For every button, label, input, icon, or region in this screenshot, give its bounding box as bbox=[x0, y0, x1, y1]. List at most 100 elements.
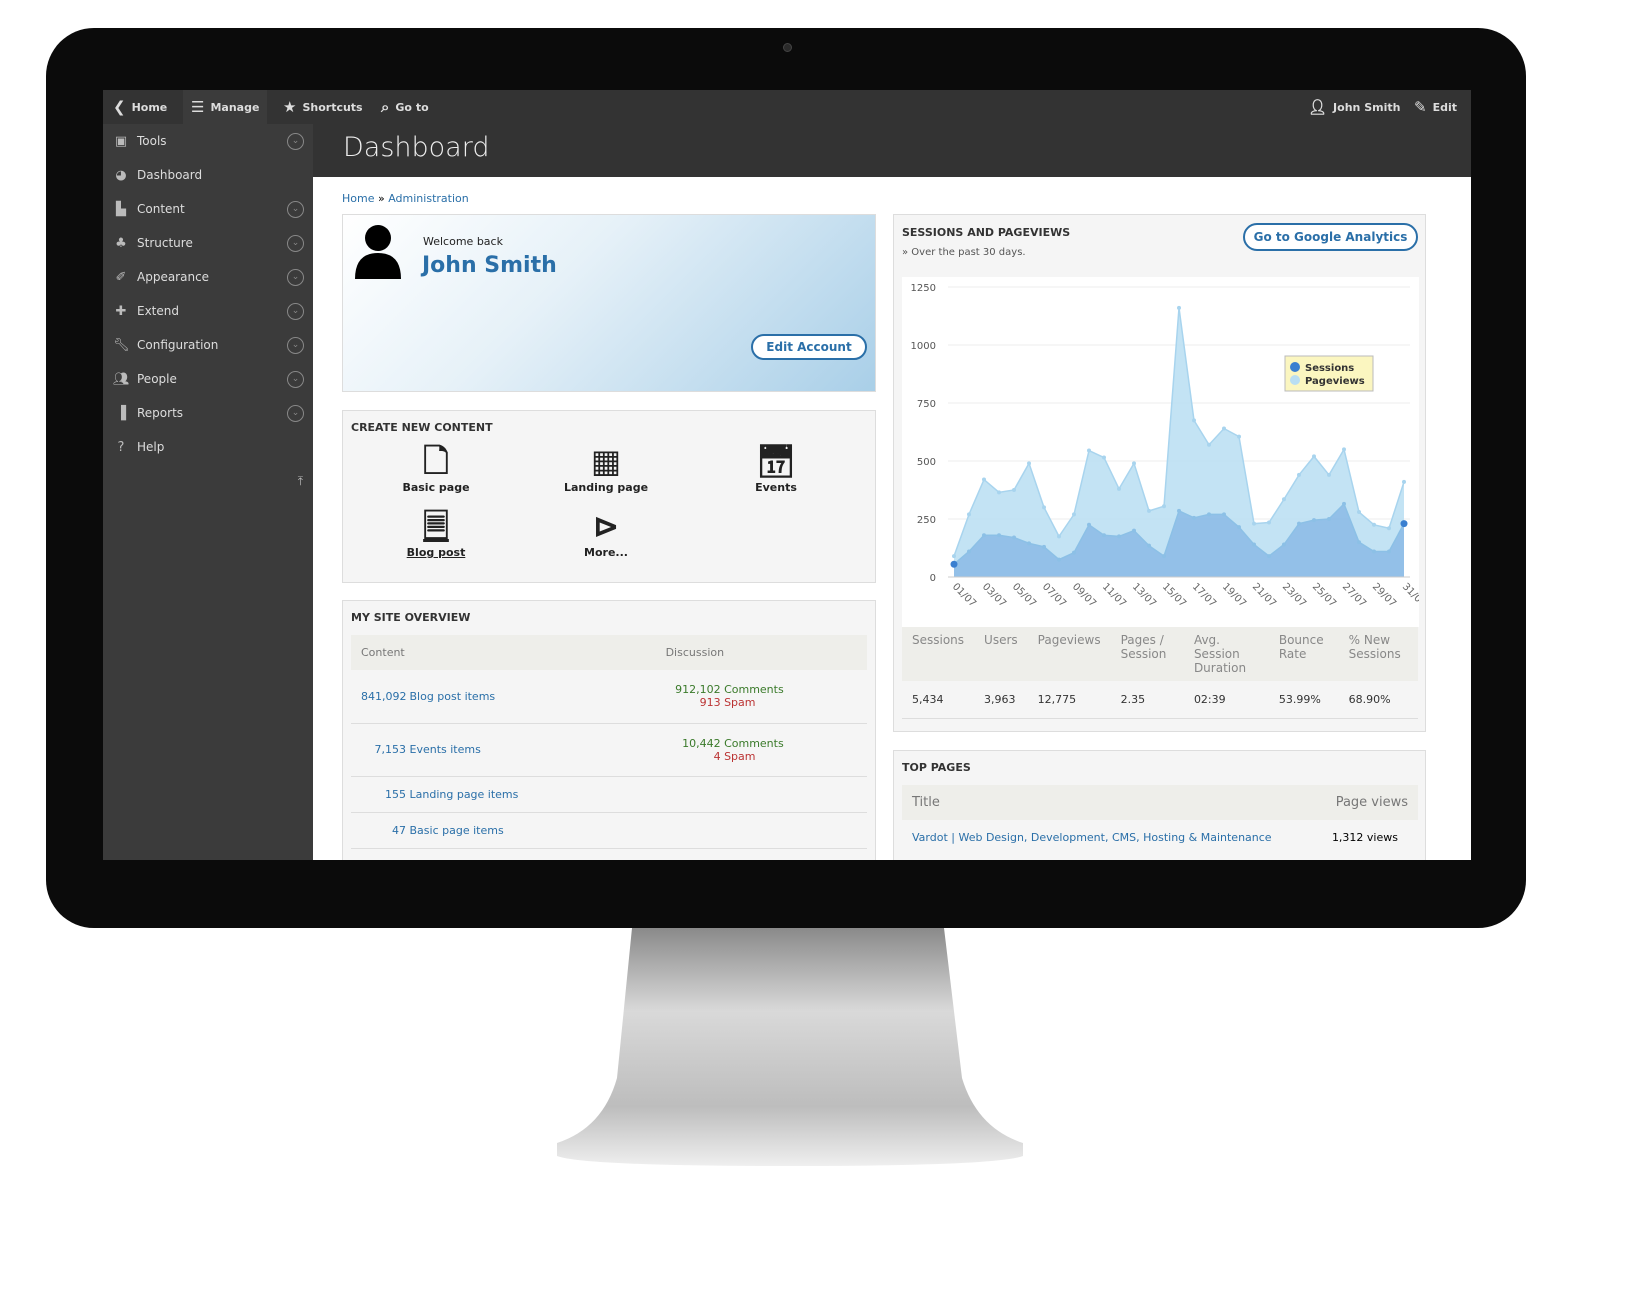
sidebar-item-tools[interactable]: ▣ Tools ⌄ bbox=[103, 124, 313, 158]
create-basic-page[interactable]: 🗋 Basic page bbox=[376, 441, 496, 494]
help-icon: ? bbox=[117, 439, 125, 455]
sidebar-item-appearance[interactable]: ✐ Appearance ⌄ bbox=[103, 260, 313, 294]
puzzle-icon: ✚ bbox=[115, 303, 127, 319]
user-icon: 👤︎ bbox=[1308, 98, 1328, 116]
point-sessions bbox=[1027, 541, 1031, 546]
point-pageviews bbox=[1402, 479, 1406, 484]
point-sessions bbox=[1312, 518, 1316, 523]
chevron-down-icon[interactable]: ⌄ bbox=[287, 404, 304, 422]
chevron-down-icon[interactable]: ⌄ bbox=[287, 336, 304, 354]
stat-header: Avg. Session Duration bbox=[1183, 627, 1269, 681]
stat-header: Sessions bbox=[902, 627, 975, 681]
sidebar-item-label: Configuration bbox=[137, 338, 219, 352]
calendar-icon: 📅︎ bbox=[755, 442, 797, 480]
y-tick-label: 0 bbox=[930, 573, 936, 584]
top-pages-panel: TOP PAGES Title Page views Vardot | Web D… bbox=[893, 750, 1426, 860]
comments-link[interactable]: Comments bbox=[724, 737, 784, 750]
overview-table: Content Discussion 841,092 Blog post item… bbox=[351, 635, 867, 849]
sidebar-item-reports[interactable]: ▐ Reports ⌄ bbox=[103, 396, 313, 430]
x-tick-label: 15/07 bbox=[1160, 581, 1188, 609]
chevron-down-icon[interactable]: ⌄ bbox=[287, 132, 304, 150]
sidebar-item-configuration[interactable]: 🔧︎ Configuration ⌄ bbox=[103, 328, 313, 362]
sidebar-item-structure[interactable]: ♣ Structure ⌄ bbox=[103, 226, 313, 260]
point-sessions bbox=[1357, 540, 1361, 545]
x-tick-label: 25/07 bbox=[1310, 581, 1338, 609]
page-title: Dashboard bbox=[343, 132, 490, 163]
stat-value: 12,775 bbox=[1027, 681, 1111, 719]
breadcrumb-home[interactable]: Home bbox=[342, 192, 374, 205]
toolbar-shortcuts[interactable]: ★ Shortcuts bbox=[275, 90, 371, 124]
search-icon: ⌕ bbox=[381, 98, 390, 116]
sidebar-item-help[interactable]: ? Help bbox=[103, 430, 313, 464]
spam-link[interactable]: Spam bbox=[724, 696, 755, 709]
point-sessions bbox=[1400, 520, 1408, 528]
point-sessions bbox=[1192, 515, 1196, 520]
point-sessions bbox=[1117, 534, 1121, 539]
sidebar-item-extend[interactable]: ✚ Extend ⌄ bbox=[103, 294, 313, 328]
create-landing-page[interactable]: ▦ Landing page bbox=[546, 441, 666, 494]
google-analytics-button[interactable]: Go to Google Analytics bbox=[1243, 223, 1418, 251]
x-tick-label: 07/07 bbox=[1040, 581, 1068, 609]
chevron-down-icon[interactable]: ⌄ bbox=[287, 234, 304, 252]
x-tick-label: 13/07 bbox=[1130, 581, 1158, 609]
point-sessions bbox=[1327, 517, 1331, 521]
point-sessions bbox=[1057, 557, 1061, 562]
sidebar-item-content[interactable]: ▙ Content ⌄ bbox=[103, 192, 313, 226]
point-sessions bbox=[1132, 528, 1136, 533]
x-tick-label: 19/07 bbox=[1220, 581, 1248, 609]
pin-icon[interactable]: ⤒ bbox=[103, 464, 313, 498]
x-tick-label: 05/07 bbox=[1010, 581, 1038, 609]
stat-header: Pageviews bbox=[1027, 627, 1111, 681]
point-pageviews bbox=[1087, 448, 1091, 453]
point-pageviews bbox=[1327, 472, 1331, 477]
top-page-link[interactable]: Vardot | Web Design, Development, CMS, H… bbox=[912, 831, 1272, 844]
toolbar-manage[interactable]: ☰ Manage bbox=[183, 90, 268, 124]
toolbar-edit[interactable]: ✎ Edit bbox=[1406, 90, 1465, 124]
sidebar-item-dashboard[interactable]: ◕ Dashboard bbox=[103, 158, 313, 192]
create-content-panel: CREATE NEW CONTENT 🗋 Basic page ▦ Landing … bbox=[342, 410, 876, 583]
point-pageviews bbox=[1042, 505, 1046, 510]
chevron-down-icon[interactable]: ⌄ bbox=[287, 268, 304, 286]
y-tick-label: 1000 bbox=[911, 341, 936, 352]
point-sessions bbox=[1072, 550, 1076, 555]
chevron-down-icon[interactable]: ⌄ bbox=[287, 302, 304, 320]
content-type-link[interactable]: Events items bbox=[410, 743, 481, 756]
spam-link[interactable]: Spam bbox=[724, 750, 755, 763]
create-events[interactable]: 📅︎ Events bbox=[716, 441, 836, 494]
point-sessions bbox=[1252, 542, 1256, 547]
y-tick-label: 250 bbox=[917, 515, 936, 526]
content-type-link[interactable]: Blog post items bbox=[410, 690, 496, 703]
stat-value: 5,434 bbox=[902, 681, 975, 719]
edit-account-button[interactable]: Edit Account bbox=[751, 334, 867, 360]
toolbar-home[interactable]: ❮ Home bbox=[105, 90, 175, 124]
toolbar-user[interactable]: 👤︎ John Smith bbox=[1300, 90, 1408, 124]
top-page-row: Vardot | Web Design, Development, CMS, H… bbox=[912, 831, 1398, 844]
point-sessions bbox=[1237, 525, 1241, 530]
sidebar-item-label: Structure bbox=[137, 236, 193, 250]
point-sessions bbox=[967, 549, 971, 554]
create-blog-post[interactable]: 🗏 Blog post bbox=[376, 506, 496, 559]
comments-link[interactable]: Comments bbox=[724, 683, 784, 696]
stats-table: Sessions Users Pageviews Pages / Session Avg… bbox=[902, 627, 1418, 719]
sidebar-item-people[interactable]: 👥︎ People ⌄ bbox=[103, 362, 313, 396]
stat-value: 2.35 bbox=[1110, 681, 1184, 719]
welcome-greeting: Welcome back bbox=[423, 235, 503, 248]
point-pageviews bbox=[1027, 461, 1031, 466]
sidebar-item-label: Tools bbox=[137, 134, 167, 148]
toolbar-goto[interactable]: ⌕ Go to bbox=[373, 90, 437, 124]
point-pageviews bbox=[1237, 434, 1241, 439]
chevron-down-icon[interactable]: ⌄ bbox=[287, 200, 304, 218]
content-type-link[interactable]: Basic page items bbox=[410, 824, 504, 837]
content-type-link[interactable]: Landing page items bbox=[410, 788, 519, 801]
point-pageviews bbox=[1012, 488, 1016, 492]
point-pageviews bbox=[1267, 520, 1271, 525]
point-sessions bbox=[1297, 521, 1301, 526]
point-pageviews bbox=[1162, 504, 1166, 509]
people-icon: 👥︎ bbox=[113, 371, 130, 387]
create-more[interactable]: ⊳ More... bbox=[546, 506, 666, 559]
x-tick-label: 01/07 bbox=[950, 581, 978, 609]
point-sessions bbox=[1267, 554, 1271, 559]
breadcrumb-administration[interactable]: Administration bbox=[388, 192, 469, 205]
top-pages-header: Title Page views bbox=[902, 785, 1418, 820]
chevron-down-icon[interactable]: ⌄ bbox=[287, 370, 304, 388]
